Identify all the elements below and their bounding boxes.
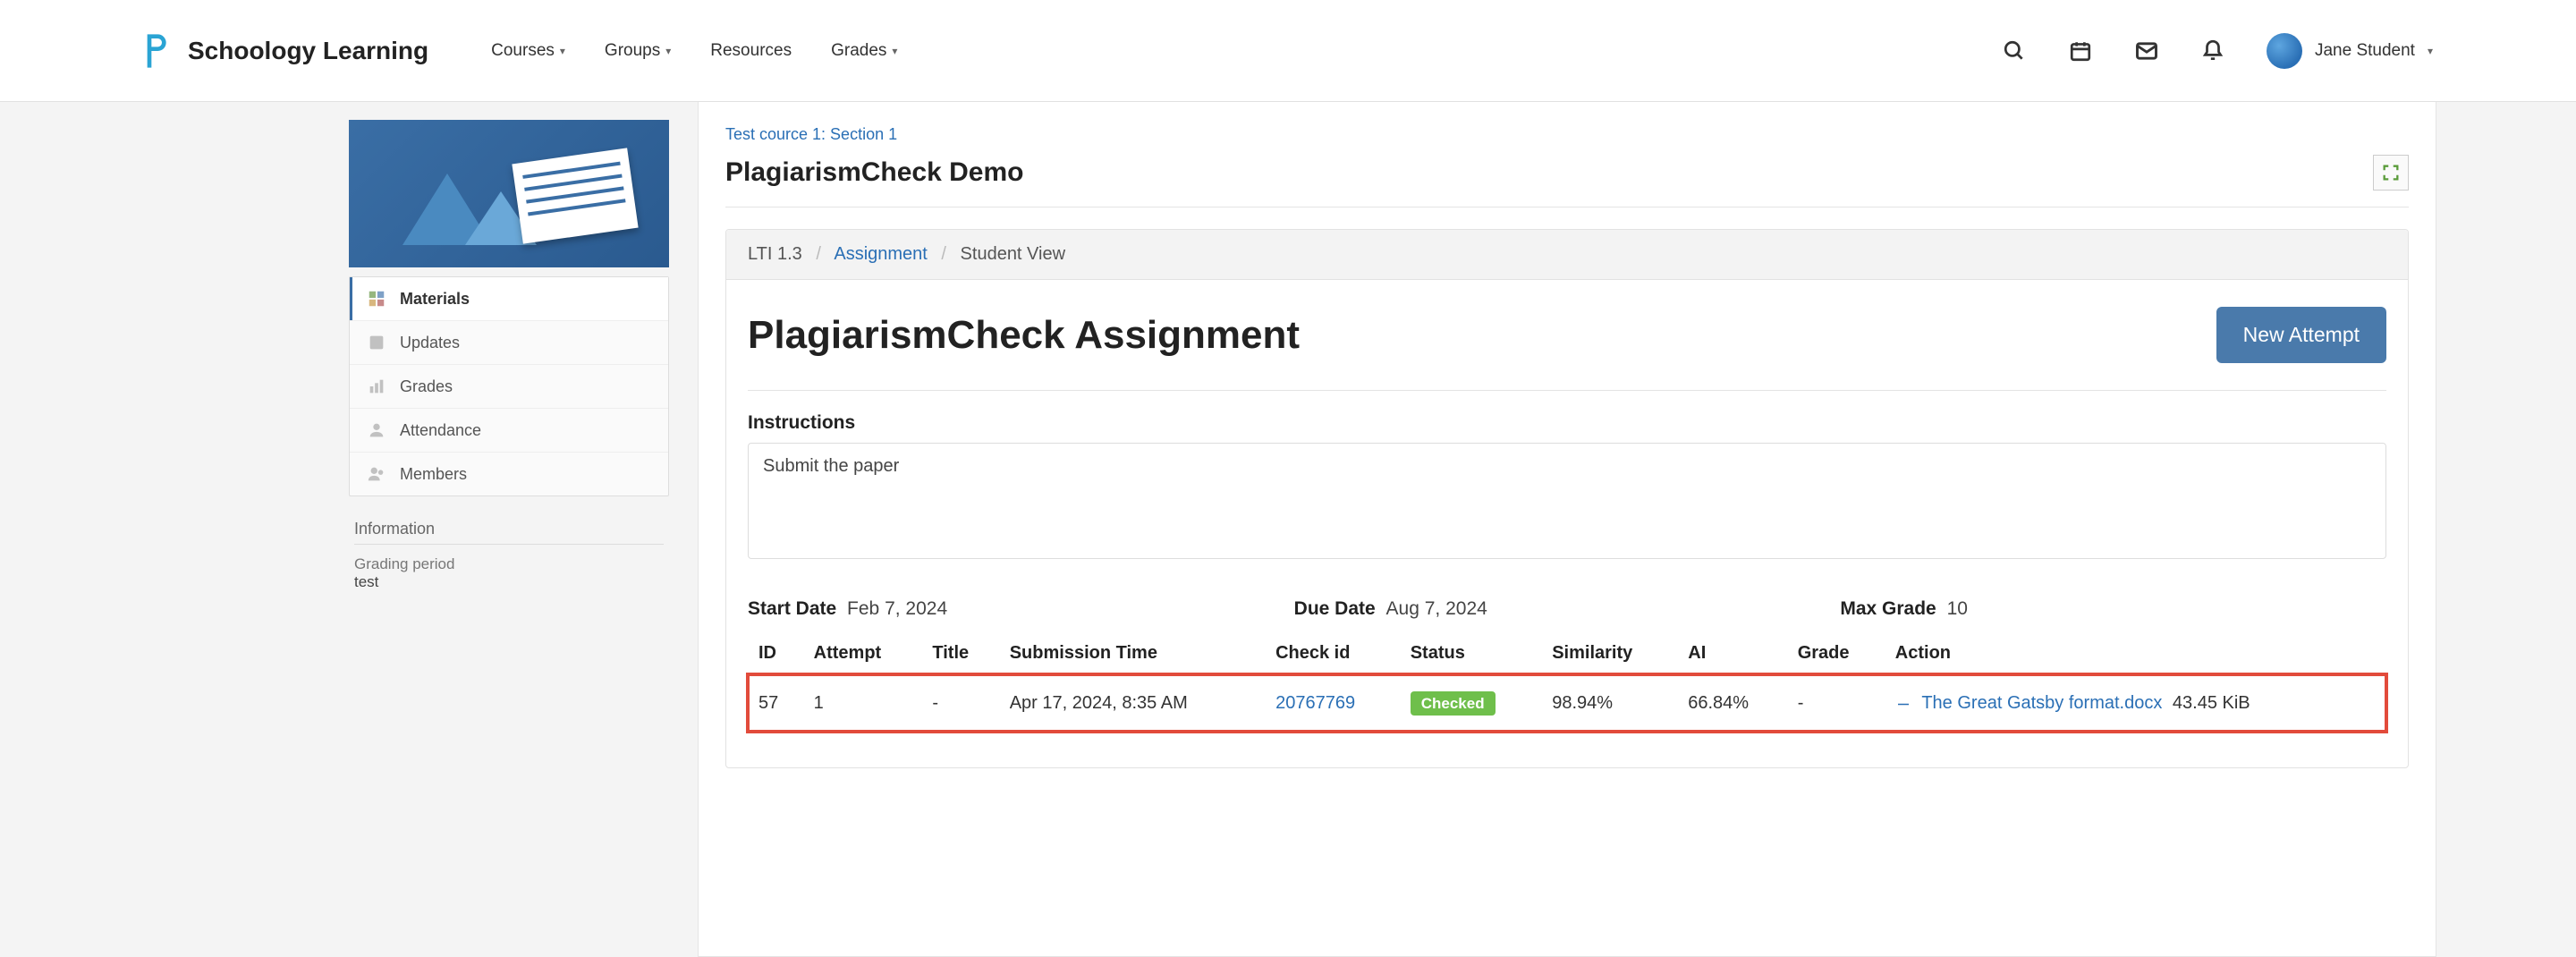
cell-submission-time: Apr 17, 2024, 8:35 AM bbox=[999, 674, 1265, 732]
sidebar-item-materials[interactable]: Materials bbox=[350, 277, 668, 321]
sidebar-item-label: Materials bbox=[400, 290, 470, 309]
cell-ai: 66.84% bbox=[1677, 674, 1786, 732]
info-heading: Information bbox=[354, 520, 664, 545]
sidebar-item-label: Grades bbox=[400, 377, 453, 396]
assignment-title: PlagiarismCheck Assignment bbox=[748, 313, 1300, 358]
chevron-down-icon: ▾ bbox=[560, 45, 565, 57]
nav-groups[interactable]: Groups ▾ bbox=[605, 41, 671, 61]
instructions-label: Instructions bbox=[748, 412, 2386, 434]
crumb-lti: LTI 1.3 bbox=[748, 244, 802, 264]
cell-grade: - bbox=[1787, 674, 1885, 732]
col-check-id: Check id bbox=[1265, 632, 1400, 674]
chevron-down-icon: ▾ bbox=[665, 45, 671, 57]
top-nav: Courses ▾ Groups ▾ Resources Grades ▾ bbox=[491, 41, 897, 61]
updates-icon bbox=[366, 332, 387, 353]
tool-panel: LTI 1.3 / Assignment / Student View Plag… bbox=[725, 229, 2409, 768]
course-sidebar: Materials Updates Grades Attendance Memb… bbox=[349, 120, 669, 591]
assignment-meta: Start Date Feb 7, 2024 Due Date Aug 7, 2… bbox=[748, 598, 2386, 620]
nav-label: Resources bbox=[710, 41, 792, 61]
sidebar-menu: Materials Updates Grades Attendance Memb… bbox=[349, 276, 669, 496]
table-header-row: ID Attempt Title Submission Time Check i… bbox=[748, 632, 2386, 674]
status-badge: Checked bbox=[1411, 691, 1496, 716]
tool-body: PlagiarismCheck Assignment New Attempt I… bbox=[726, 280, 2408, 767]
divider bbox=[748, 390, 2386, 391]
main-panel: Test cource 1: Section 1 PlagiarismCheck… bbox=[698, 102, 2436, 957]
instructions-box: Submit the paper bbox=[748, 443, 2386, 559]
cell-id: 57 bbox=[748, 674, 803, 732]
file-size: 43.45 KiB bbox=[2173, 693, 2250, 713]
col-submission-time: Submission Time bbox=[999, 632, 1265, 674]
col-grade: Grade bbox=[1787, 632, 1885, 674]
grades-icon bbox=[366, 376, 387, 397]
crumb-assignment-link[interactable]: Assignment bbox=[834, 244, 928, 264]
table-row: 57 1 - Apr 17, 2024, 8:35 AM 20767769 Ch… bbox=[748, 674, 2386, 732]
sidebar-info: Information Grading period test bbox=[349, 520, 669, 591]
top-bar: Schoology Learning Courses ▾ Groups ▾ Re… bbox=[0, 0, 2576, 102]
nav-grades[interactable]: Grades ▾ bbox=[831, 41, 897, 61]
col-id: ID bbox=[748, 632, 803, 674]
sidebar-item-attendance[interactable]: Attendance bbox=[350, 409, 668, 453]
breadcrumb-sep: / bbox=[941, 244, 946, 264]
new-attempt-button[interactable]: New Attempt bbox=[2216, 307, 2386, 363]
user-menu[interactable]: Jane Student ▾ bbox=[2267, 33, 2433, 69]
nav-label: Grades bbox=[831, 41, 886, 61]
sidebar-item-label: Updates bbox=[400, 334, 460, 352]
nav-resources[interactable]: Resources bbox=[710, 41, 792, 61]
members-icon bbox=[366, 463, 387, 485]
page-title: PlagiarismCheck Demo bbox=[725, 157, 1023, 188]
cell-title: - bbox=[921, 674, 998, 732]
check-id-link[interactable]: 20767769 bbox=[1275, 693, 1355, 713]
chevron-down-icon: ▾ bbox=[2428, 45, 2433, 57]
expand-icon[interactable] bbox=[2373, 155, 2409, 191]
attendance-icon bbox=[366, 419, 387, 441]
bell-icon[interactable] bbox=[2200, 38, 2225, 64]
col-similarity: Similarity bbox=[1541, 632, 1677, 674]
file-link[interactable]: The Great Gatsby format.docx bbox=[1921, 693, 2162, 713]
max-grade-label: Max Grade bbox=[1840, 598, 1936, 619]
materials-icon bbox=[366, 288, 387, 309]
col-action: Action bbox=[1885, 632, 2386, 674]
download-icon[interactable] bbox=[1895, 693, 1917, 713]
breadcrumb-parent-link[interactable]: Test cource 1: Section 1 bbox=[725, 125, 897, 143]
due-date-label: Due Date bbox=[1294, 598, 1376, 619]
col-attempt: Attempt bbox=[803, 632, 922, 674]
cell-attempt: 1 bbox=[803, 674, 922, 732]
start-date-label: Start Date bbox=[748, 598, 836, 619]
sidebar-item-members[interactable]: Members bbox=[350, 453, 668, 495]
col-status: Status bbox=[1400, 632, 1541, 674]
tool-breadcrumb: LTI 1.3 / Assignment / Student View bbox=[726, 230, 2408, 280]
mail-icon[interactable] bbox=[2134, 38, 2159, 64]
sidebar-item-updates[interactable]: Updates bbox=[350, 321, 668, 365]
info-key: Grading period bbox=[354, 555, 664, 573]
brand-logo-icon bbox=[143, 31, 172, 71]
chevron-down-icon: ▾ bbox=[892, 45, 897, 57]
sidebar-item-label: Members bbox=[400, 465, 467, 484]
cell-action: The Great Gatsby format.docx 43.45 KiB bbox=[1885, 674, 2386, 732]
brand-name: Schoology Learning bbox=[188, 37, 428, 65]
start-date-value: Feb 7, 2024 bbox=[847, 598, 947, 619]
course-thumbnail bbox=[349, 120, 669, 267]
sidebar-item-label: Attendance bbox=[400, 421, 481, 440]
avatar bbox=[2267, 33, 2302, 69]
max-grade-value: 10 bbox=[1947, 598, 1968, 619]
breadcrumb-sep: / bbox=[816, 244, 821, 264]
cell-similarity: 98.94% bbox=[1541, 674, 1677, 732]
brand[interactable]: Schoology Learning bbox=[143, 31, 428, 71]
nav-courses[interactable]: Courses ▾ bbox=[491, 41, 565, 61]
attempts-table: ID Attempt Title Submission Time Check i… bbox=[748, 632, 2386, 732]
user-name: Jane Student bbox=[2315, 41, 2415, 61]
nav-label: Groups bbox=[605, 41, 660, 61]
col-title: Title bbox=[921, 632, 998, 674]
crumb-student-view: Student View bbox=[961, 244, 1066, 264]
top-bar-right: Jane Student ▾ bbox=[2002, 33, 2433, 69]
due-date-value: Aug 7, 2024 bbox=[1386, 598, 1487, 619]
info-value: test bbox=[354, 573, 664, 591]
col-ai: AI bbox=[1677, 632, 1786, 674]
nav-label: Courses bbox=[491, 41, 555, 61]
sidebar-item-grades[interactable]: Grades bbox=[350, 365, 668, 409]
search-icon[interactable] bbox=[2002, 38, 2027, 64]
instructions-text: Submit the paper bbox=[763, 456, 899, 476]
calendar-icon[interactable] bbox=[2068, 38, 2093, 64]
